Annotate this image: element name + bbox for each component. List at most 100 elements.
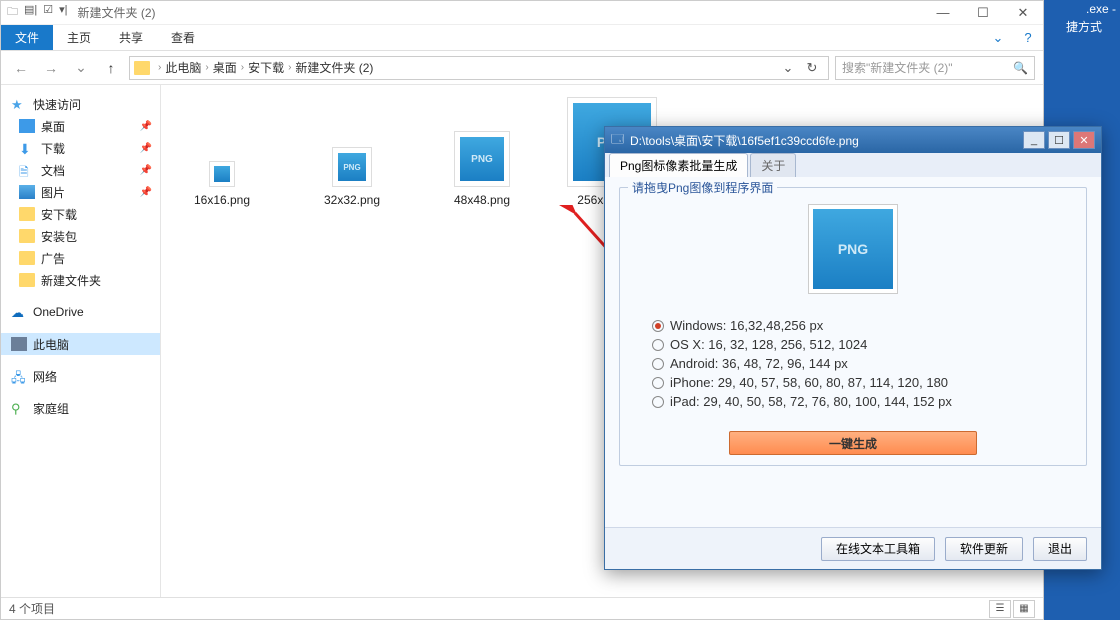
folder-icon	[19, 273, 35, 287]
tab-file[interactable]: 文件	[1, 25, 53, 50]
exit-button[interactable]: 退出	[1033, 537, 1087, 561]
pc-icon	[11, 337, 27, 351]
view-details-button[interactable]: ☰	[989, 600, 1011, 618]
quick-access-icons: 🗀 ▤| ☑ ▾|	[1, 3, 74, 22]
tab-view[interactable]: 查看	[157, 25, 209, 50]
sidebar-homegroup[interactable]: ⚲家庭组	[1, 397, 160, 419]
sidebar-thispc[interactable]: 此电脑	[1, 333, 160, 355]
file-thumbnail: PNG	[454, 131, 510, 187]
ribbon-expand-icon[interactable]: ⌄	[983, 25, 1013, 50]
dialog-minimize-button[interactable]: _	[1023, 131, 1045, 149]
document-icon: 🗎	[19, 163, 35, 177]
dialog-close-button[interactable]: ✕	[1073, 131, 1095, 149]
select-icon[interactable]: ☑	[43, 3, 53, 22]
folder-icon	[19, 207, 35, 221]
titlebar: 🗀 ▤| ☑ ▾| 新建文件夹 (2) — ☐ ✕	[1, 1, 1043, 25]
radio-icon[interactable]	[652, 358, 664, 370]
file-item[interactable]: PNG 32x32.png	[307, 147, 397, 207]
sidebar-quick-access[interactable]: ★快速访问	[1, 93, 160, 115]
dialog-maximize-button[interactable]: ☐	[1048, 131, 1070, 149]
sidebar-item-ads[interactable]: 广告	[1, 247, 160, 269]
file-item[interactable]: 16x16.png	[177, 161, 267, 207]
app-icon: 🗔	[611, 130, 624, 151]
tab-about[interactable]: 关于	[750, 153, 796, 177]
option-windows[interactable]: Windows: 16,32,48,256 px	[652, 318, 1054, 333]
online-toolbox-button[interactable]: 在线文本工具箱	[821, 537, 935, 561]
properties-icon[interactable]: ▤|	[24, 3, 37, 22]
chevron-right-icon: ›	[239, 62, 246, 73]
crumb-thispc[interactable]: 此电脑	[163, 59, 203, 76]
radio-icon[interactable]	[652, 339, 664, 351]
generate-button[interactable]: 一键生成	[729, 431, 977, 455]
radio-icon[interactable]	[652, 377, 664, 389]
software-update-button[interactable]: 软件更新	[945, 537, 1023, 561]
sidebar-item-install[interactable]: 安装包	[1, 225, 160, 247]
nav-up-button[interactable]: ↑	[99, 56, 123, 80]
dropdown-icon[interactable]: ⌄	[776, 60, 800, 76]
chevron-right-icon: ›	[156, 62, 163, 73]
window-controls: — ☐ ✕	[923, 1, 1043, 25]
sidebar: ★快速访问 桌面📌 ⬇下载📌 🗎文档📌 图片📌 安下载 安装包 广告 新建文件夹…	[1, 85, 161, 597]
crumb-anxz[interactable]: 安下载	[246, 59, 286, 76]
tab-home[interactable]: 主页	[53, 25, 105, 50]
search-placeholder: 搜索"新建文件夹 (2)"	[842, 59, 953, 76]
breadcrumb[interactable]: › 此电脑 › 桌面 › 安下载 › 新建文件夹 (2) ⌄ ↻	[129, 56, 829, 80]
sidebar-item-pictures[interactable]: 图片📌	[1, 181, 160, 203]
dialog-title: D:\tools\桌面\安下载\16f5ef1c39ccd6fe.png	[630, 132, 859, 149]
folder-icon: 🗀	[7, 3, 18, 22]
tab-main[interactable]: Png图标像素批量生成	[609, 153, 748, 177]
sidebar-item-desktop[interactable]: 桌面📌	[1, 115, 160, 137]
ribbon: 文件 主页 共享 查看 ⌄ ?	[1, 25, 1043, 51]
drop-groupbox: 请拖曳Png图像到程序界面 PNG Windows: 16,32,48,256 …	[619, 187, 1087, 466]
view-icons-button[interactable]: ▦	[1013, 600, 1035, 618]
image-preview[interactable]: PNG	[808, 204, 898, 294]
sidebar-item-downloads[interactable]: ⬇下载📌	[1, 137, 160, 159]
sidebar-item-anxz[interactable]: 安下载	[1, 203, 160, 225]
sidebar-network[interactable]: 🖧网络	[1, 365, 160, 387]
file-label: 48x48.png	[454, 193, 510, 207]
sidebar-item-newfolder[interactable]: 新建文件夹	[1, 269, 160, 291]
search-input[interactable]: 搜索"新建文件夹 (2)" 🔍	[835, 56, 1035, 80]
dialog-titlebar[interactable]: 🗔 D:\tools\桌面\安下载\16f5ef1c39ccd6fe.png _…	[605, 127, 1101, 153]
crumb-desktop[interactable]: 桌面	[211, 59, 239, 76]
option-ipad[interactable]: iPad: 29, 40, 50, 58, 72, 76, 80, 100, 1…	[652, 394, 1054, 409]
dropdown-icon[interactable]: ▾|	[59, 3, 67, 22]
search-icon[interactable]: 🔍	[1013, 61, 1028, 75]
status-bar: 4 个项目 ☰ ▦	[1, 597, 1043, 619]
option-iphone[interactable]: iPhone: 29, 40, 57, 58, 60, 80, 87, 114,…	[652, 375, 1054, 390]
crumb-current[interactable]: 新建文件夹 (2)	[293, 59, 375, 76]
file-item[interactable]: PNG 48x48.png	[437, 131, 527, 207]
file-thumbnail	[209, 161, 235, 187]
help-icon[interactable]: ?	[1013, 25, 1043, 50]
chevron-right-icon: ›	[203, 62, 210, 73]
minimize-button[interactable]: —	[923, 1, 963, 25]
download-icon: ⬇	[19, 141, 35, 155]
dialog-tabs: Png图标像素批量生成 关于	[605, 153, 1101, 177]
sidebar-onedrive[interactable]: ☁OneDrive	[1, 301, 160, 323]
homegroup-icon: ⚲	[11, 401, 27, 415]
option-osx[interactable]: OS X: 16, 32, 128, 256, 512, 1024	[652, 337, 1054, 352]
png-generator-dialog: 🗔 D:\tools\桌面\安下载\16f5ef1c39ccd6fe.png _…	[604, 126, 1102, 570]
close-button[interactable]: ✕	[1003, 1, 1043, 25]
pin-icon: 📌	[140, 187, 152, 198]
onedrive-icon: ☁	[11, 305, 27, 319]
nav-back-button[interactable]: ←	[9, 56, 33, 80]
nav-recent-button[interactable]: ⌄	[69, 56, 93, 80]
option-android[interactable]: Android: 36, 48, 72, 96, 144 px	[652, 356, 1054, 371]
desktop-icon	[19, 119, 35, 133]
refresh-icon[interactable]: ↻	[800, 60, 824, 76]
pin-icon: 📌	[140, 143, 152, 154]
dialog-body: 请拖曳Png图像到程序界面 PNG Windows: 16,32,48,256 …	[605, 177, 1101, 527]
file-thumbnail: PNG	[332, 147, 372, 187]
file-label: 32x32.png	[324, 193, 380, 207]
maximize-button[interactable]: ☐	[963, 1, 1003, 25]
tab-share[interactable]: 共享	[105, 25, 157, 50]
radio-icon[interactable]	[652, 396, 664, 408]
preview-tag: PNG	[813, 209, 893, 289]
sidebar-item-documents[interactable]: 🗎文档📌	[1, 159, 160, 181]
folder-icon	[19, 229, 35, 243]
pictures-icon	[19, 185, 35, 199]
item-count: 4 个项目	[9, 600, 55, 617]
dialog-footer: 在线文本工具箱 软件更新 退出	[605, 527, 1101, 569]
radio-icon[interactable]	[652, 320, 664, 332]
